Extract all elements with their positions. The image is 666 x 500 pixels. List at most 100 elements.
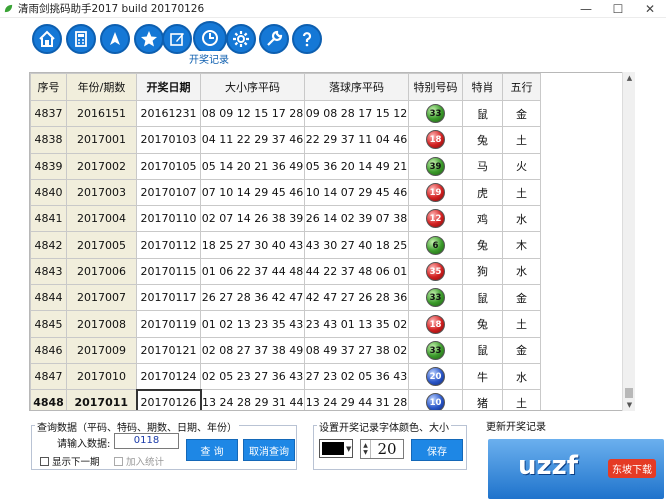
cell-zodiac[interactable]: 兔 bbox=[462, 126, 503, 154]
cell-zodiac[interactable]: 鼠 bbox=[462, 284, 503, 312]
cell-size-order[interactable]: 01 06 22 37 44 48 bbox=[200, 257, 305, 286]
cell-seq[interactable]: 4845 bbox=[30, 310, 67, 338]
cell-drop-order[interactable]: 27 23 02 05 36 43 bbox=[304, 362, 409, 391]
calculator-button[interactable] bbox=[66, 24, 96, 54]
add-stats-checkbox[interactable]: 加入统计 bbox=[114, 454, 164, 468]
cell-date[interactable]: 20170119 bbox=[136, 310, 201, 338]
column-header-period[interactable]: 年份/期数 bbox=[66, 73, 137, 101]
save-button[interactable]: 保存 bbox=[411, 439, 463, 461]
table-scrollbar[interactable]: ▲ ▼ bbox=[622, 72, 635, 411]
cell-special-number[interactable]: 33 bbox=[408, 336, 463, 364]
home-button[interactable] bbox=[32, 24, 62, 54]
cell-special-number[interactable]: 12 bbox=[408, 205, 463, 233]
column-header-date[interactable]: 开奖日期 bbox=[136, 73, 201, 101]
cell-date[interactable]: 20170121 bbox=[136, 336, 201, 364]
cell-special-number[interactable]: 20 bbox=[408, 362, 463, 391]
column-header-seq[interactable]: 序号 bbox=[30, 73, 67, 101]
cell-size-order[interactable]: 02 08 27 37 38 49 bbox=[200, 336, 305, 364]
font-color-picker[interactable]: ▼ bbox=[319, 439, 353, 458]
cell-element[interactable]: 土 bbox=[502, 126, 541, 154]
table-row[interactable]: 4843 2017006 20170115 01 06 22 37 44 48 44 2… bbox=[30, 257, 623, 286]
cell-size-order[interactable]: 13 24 28 29 31 44 bbox=[200, 389, 305, 410]
checkbox-box[interactable] bbox=[40, 456, 49, 466]
cell-special-number[interactable]: 6 bbox=[408, 231, 463, 259]
cell-zodiac[interactable]: 马 bbox=[462, 152, 503, 180]
query-input[interactable]: 0118 bbox=[114, 433, 179, 449]
cell-element[interactable]: 木 bbox=[502, 231, 541, 259]
cell-drop-order[interactable]: 09 08 28 17 15 12 bbox=[304, 99, 409, 128]
cell-drop-order[interactable]: 42 47 27 26 28 36 bbox=[304, 284, 409, 312]
column-header-drop-order[interactable]: 落球序平码 bbox=[304, 73, 409, 101]
cell-date[interactable]: 20170124 bbox=[136, 362, 201, 391]
cell-zodiac[interactable]: 猪 bbox=[462, 389, 503, 410]
draw-records-button[interactable] bbox=[193, 21, 227, 55]
cell-element[interactable]: 土 bbox=[502, 178, 541, 207]
help-button[interactable] bbox=[292, 24, 322, 54]
cell-size-order[interactable]: 02 05 23 27 36 43 bbox=[200, 362, 305, 391]
column-header-size-order[interactable]: 大小序平码 bbox=[200, 73, 305, 101]
update-records-button[interactable]: uzzf 东坡下载 bbox=[488, 439, 664, 499]
cell-element[interactable]: 金 bbox=[502, 336, 541, 364]
cell-element[interactable]: 土 bbox=[502, 310, 541, 338]
cell-date[interactable]: 20161231 bbox=[136, 99, 201, 128]
query-button[interactable]: 查 询 bbox=[186, 439, 238, 461]
cell-zodiac[interactable]: 鼠 bbox=[462, 336, 503, 364]
table-row[interactable]: 4846 2017009 20170121 02 08 27 37 38 49 08 4… bbox=[30, 336, 623, 364]
cell-period[interactable]: 2017010 bbox=[66, 362, 137, 391]
table-row[interactable]: 4847 2017010 20170124 02 05 23 27 36 43 27 2… bbox=[30, 362, 623, 391]
cell-drop-order[interactable]: 13 24 29 44 31 28 bbox=[304, 389, 409, 410]
settings-button[interactable] bbox=[226, 24, 256, 54]
font-size-value[interactable]: 20 bbox=[371, 440, 403, 458]
cell-element[interactable]: 土 bbox=[502, 389, 541, 410]
cell-drop-order[interactable]: 23 43 01 13 35 02 bbox=[304, 310, 409, 338]
cell-period[interactable]: 2017011 bbox=[66, 389, 137, 410]
cell-size-order[interactable]: 26 27 28 36 42 47 bbox=[200, 284, 305, 312]
cell-zodiac[interactable]: 虎 bbox=[462, 178, 503, 207]
cell-seq[interactable]: 4848 bbox=[30, 389, 67, 410]
cell-seq[interactable]: 4846 bbox=[30, 336, 67, 364]
table-row[interactable]: 4848 2017011 20170126 13 24 28 29 31 44 13 2… bbox=[30, 388, 623, 410]
table-row[interactable]: 4841 2017004 20170110 02 07 14 26 38 39 26 1… bbox=[30, 205, 623, 233]
cell-drop-order[interactable]: 26 14 02 39 07 38 bbox=[304, 205, 409, 233]
cell-period[interactable]: 2017005 bbox=[66, 231, 137, 259]
cell-zodiac[interactable]: 兔 bbox=[462, 231, 503, 259]
cell-date[interactable]: 20170112 bbox=[136, 231, 201, 259]
cell-date[interactable]: 20170105 bbox=[136, 152, 201, 180]
table-row[interactable]: 4839 2017002 20170105 05 14 20 21 36 49 05 3… bbox=[30, 152, 623, 180]
column-header-element[interactable]: 五行 bbox=[502, 73, 541, 101]
navigation-button[interactable] bbox=[100, 24, 130, 54]
cell-size-order[interactable]: 04 11 22 29 37 46 bbox=[200, 126, 305, 154]
cell-seq[interactable]: 4844 bbox=[30, 284, 67, 312]
draw-records-table[interactable]: 序号 年份/期数 开奖日期 大小序平码 落球序平码 特别号码 特肖 五行 483… bbox=[29, 72, 635, 411]
cancel-query-button[interactable]: 取消查询 bbox=[243, 439, 295, 461]
cell-period[interactable]: 2017001 bbox=[66, 126, 137, 154]
cell-special-number[interactable]: 10 bbox=[408, 389, 463, 410]
cell-drop-order[interactable]: 08 49 37 27 38 02 bbox=[304, 336, 409, 364]
cell-element[interactable]: 水 bbox=[502, 257, 541, 286]
cell-size-order[interactable]: 08 09 12 15 17 28 bbox=[200, 99, 305, 128]
cell-drop-order[interactable]: 10 14 07 29 45 46 bbox=[304, 178, 409, 207]
cell-size-order[interactable]: 07 10 14 29 45 46 bbox=[200, 178, 305, 207]
cell-date[interactable]: 20170126 bbox=[135, 388, 202, 410]
cell-seq[interactable]: 4838 bbox=[30, 126, 67, 154]
minimize-button[interactable]: — bbox=[570, 0, 602, 18]
cell-zodiac[interactable]: 牛 bbox=[462, 362, 503, 391]
stepper-up-icon[interactable]: ▲ bbox=[363, 442, 368, 449]
cell-size-order[interactable]: 05 14 20 21 36 49 bbox=[200, 152, 305, 180]
cell-seq[interactable]: 4841 bbox=[30, 205, 67, 233]
column-header-special-number[interactable]: 特别号码 bbox=[408, 73, 463, 101]
cell-element[interactable]: 火 bbox=[502, 152, 541, 180]
stepper-arrows[interactable]: ▲ ▼ bbox=[361, 440, 371, 458]
cell-special-number[interactable]: 35 bbox=[408, 257, 463, 286]
cell-date[interactable]: 20170107 bbox=[136, 178, 201, 207]
cell-period[interactable]: 2017009 bbox=[66, 336, 137, 364]
cell-date[interactable]: 20170110 bbox=[136, 205, 201, 233]
checkbox-box[interactable] bbox=[114, 456, 123, 466]
close-button[interactable]: ✕ bbox=[634, 0, 666, 18]
cell-seq[interactable]: 4847 bbox=[30, 362, 67, 391]
cell-special-number[interactable]: 18 bbox=[408, 126, 463, 154]
scroll-down-arrow-icon[interactable]: ▼ bbox=[623, 399, 636, 411]
column-header-zodiac[interactable]: 特肖 bbox=[462, 73, 503, 101]
cell-special-number[interactable]: 33 bbox=[408, 99, 463, 128]
cell-zodiac[interactable]: 鸡 bbox=[462, 205, 503, 233]
